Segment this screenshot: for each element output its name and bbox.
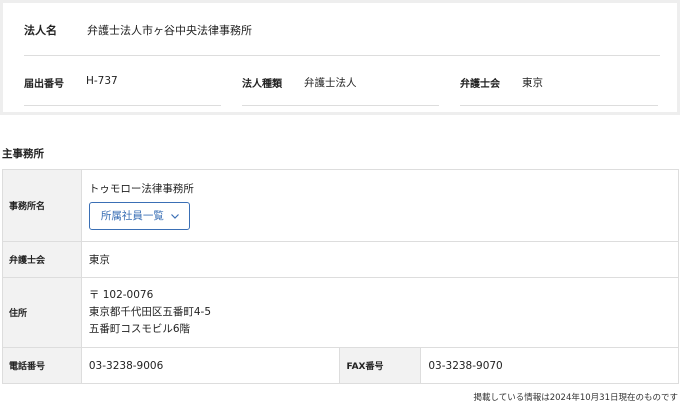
address-postal-code: 〒 102-0076 [88,289,154,301]
bar-association-cell: 弁護士会 東京 [460,56,658,106]
address-building: 五番町コスモビル6階 [88,323,191,335]
address-street: 東京都千代田区五番町4-5 [88,306,212,318]
corporation-name-label: 法人名 [24,24,57,37]
corporation-type-cell: 法人種類 弁護士法人 [242,56,439,106]
corporation-name-row: 法人名 弁護士法人市ヶ谷中央法律事務所 [24,3,660,56]
address-cell: 〒 102-0076 東京都千代田区五番町4-5 五番町コスモビル6階 [80,277,680,348]
main-office-table: 事務所名 トゥモロー法律事務所 所属社員一覧 弁護士会 東京 住所 〒 102-… [2,169,680,384]
main-office-heading: 主事務所 [2,148,44,160]
office-bar-label: 弁護士会 [2,241,82,278]
corporation-type-label: 法人種類 [242,79,282,90]
address-row: 住所 〒 102-0076 東京都千代田区五番町4-5 五番町コスモビル6階 [2,277,680,348]
registration-number-label: 届出番号 [24,79,64,90]
office-name-value: トゥモロー法律事務所 [88,182,194,195]
registration-number-cell: 届出番号 H-737 [24,56,221,106]
office-name-cell: トゥモロー法律事務所 所属社員一覧 [80,169,680,242]
bar-association-label: 弁護士会 [460,79,500,90]
phone-value: 03-3238-9006 [80,347,341,384]
office-name-row: 事務所名 トゥモロー法律事務所 所属社員一覧 [2,169,680,242]
corporation-name-value: 弁護士法人市ヶ谷中央法律事務所 [87,24,252,37]
members-list-button[interactable]: 所属社員一覧 [88,201,190,230]
bar-association-value: 東京 [522,77,543,89]
contact-row: 電話番号 03-3238-9006 FAX番号 03-3238-9070 [2,347,679,384]
members-list-button-label: 所属社員一覧 [100,210,164,222]
fax-label: FAX番号 [339,347,422,384]
chevron-down-icon [170,213,179,219]
registration-number-value: H-737 [86,75,118,87]
corporation-type-value: 弁護士法人 [304,77,357,89]
fax-value: 03-3238-9070 [420,347,679,384]
office-bar-value: 東京 [80,241,680,278]
bar-association-row: 弁護士会 東京 [2,241,680,278]
office-name-label: 事務所名 [2,169,82,242]
data-date-note: 掲載している情報は2024年10月31日現在のものです [473,393,678,402]
corporation-summary: 法人名 弁護士法人市ヶ谷中央法律事務所 届出番号 H-737 法人種類 弁護士法… [0,0,680,115]
phone-label: 電話番号 [2,347,82,384]
address-label: 住所 [2,277,82,348]
